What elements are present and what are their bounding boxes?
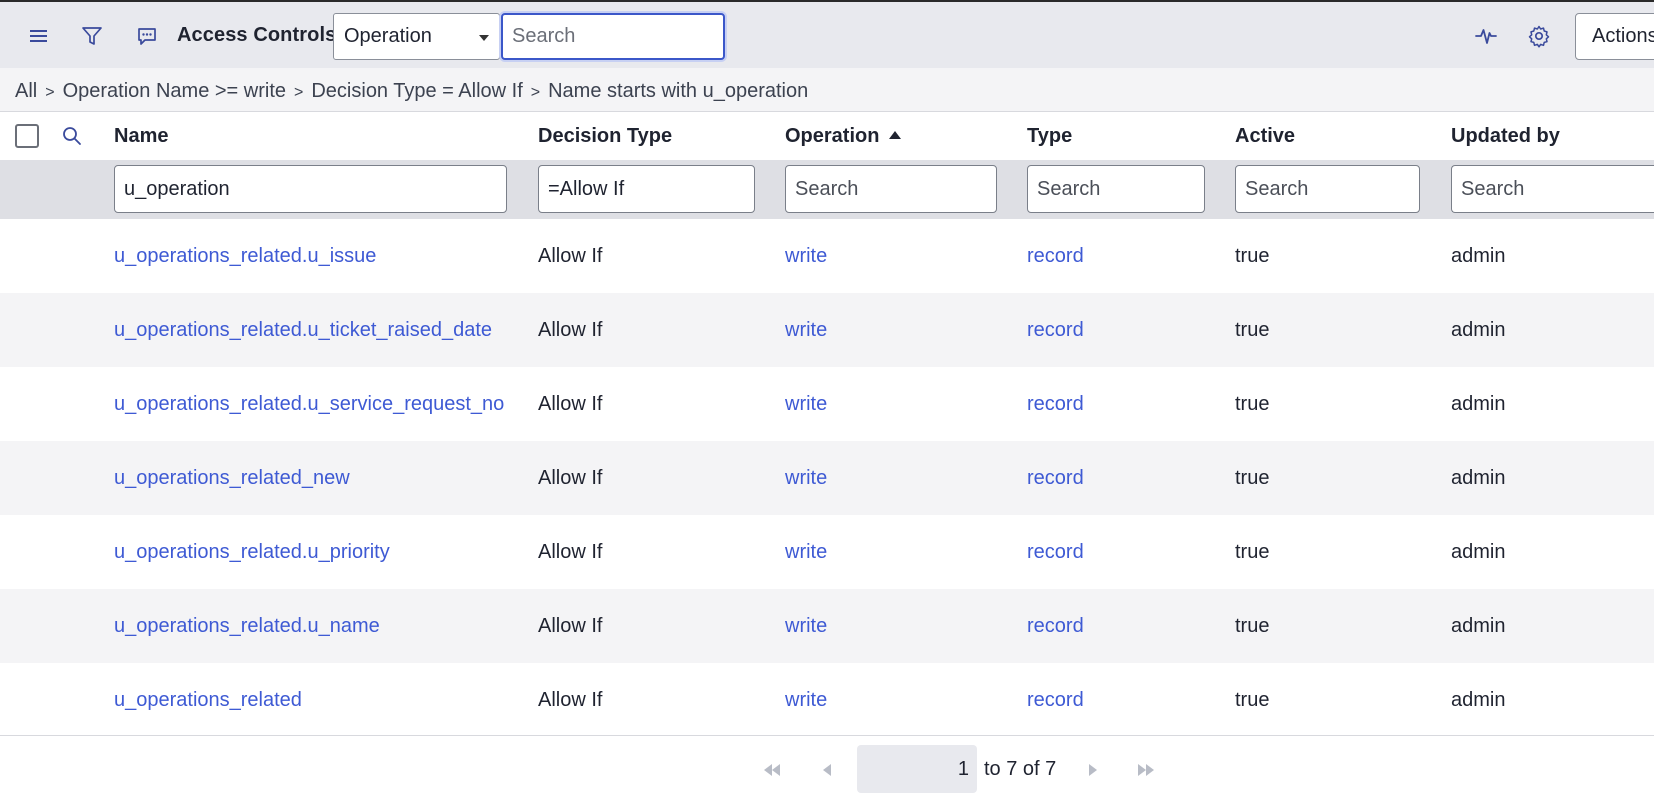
type-link[interactable]: record — [1027, 319, 1084, 342]
updated-by-cell: admin — [1451, 393, 1506, 415]
table-row: u_operations_related.u_issue Allow If wr… — [0, 219, 1654, 293]
column-header-type[interactable]: Type — [1027, 125, 1072, 148]
operation-link[interactable]: write — [785, 467, 827, 490]
active-cell: true — [1235, 689, 1270, 711]
list-body: u_operations_related.u_issue Allow If wr… — [0, 219, 1654, 737]
active-cell: true — [1235, 467, 1270, 489]
list-header-bar: Access Controls Operation Actions — [0, 0, 1654, 68]
decision-type-cell: Allow If — [538, 467, 603, 489]
breadcrumb-operation-filter[interactable]: Operation Name >= write — [63, 80, 286, 102]
actions-button[interactable]: Actions — [1575, 13, 1654, 60]
search-field-select[interactable]: Operation — [333, 13, 500, 60]
column-filter-row — [0, 160, 1654, 219]
table-row: u_operations_related_new Allow If write … — [0, 441, 1654, 515]
type-link[interactable]: record — [1027, 467, 1084, 490]
column-header-row: Name Decision Type Operation Type Active… — [0, 112, 1654, 160]
operation-link[interactable]: write — [785, 541, 827, 564]
type-link[interactable]: record — [1027, 689, 1084, 712]
table-row: u_operations_related.u_name Allow If wri… — [0, 589, 1654, 663]
operation-link[interactable]: write — [785, 319, 827, 342]
operation-link[interactable]: write — [785, 689, 827, 712]
column-header-operation[interactable]: Operation — [785, 125, 902, 148]
breadcrumb-separator: > — [530, 84, 541, 101]
pulse-icon[interactable] — [1470, 20, 1502, 52]
decision-type-cell: Allow If — [538, 393, 603, 415]
pagination-bar: to 7 of 7 — [0, 735, 1654, 801]
breadcrumb-decision-filter[interactable]: Decision Type = Allow If — [311, 80, 522, 102]
name-filter-input[interactable] — [114, 165, 507, 213]
breadcrumb: All > Operation Name >= write > Decision Typ… — [0, 68, 1654, 112]
record-name-link[interactable]: u_operations_related.u_ticket_raised_dat… — [114, 319, 492, 342]
column-header-decision-type[interactable]: Decision Type — [538, 125, 672, 148]
sort-ascending-icon — [889, 131, 902, 139]
decision-type-cell: Allow If — [538, 541, 603, 563]
decision-type-filter-input[interactable] — [538, 165, 755, 213]
updated-by-filter-input[interactable] — [1451, 165, 1654, 213]
table-row: u_operations_related Allow If write reco… — [0, 663, 1654, 737]
type-link[interactable]: record — [1027, 393, 1084, 416]
list-search-input[interactable] — [501, 13, 725, 60]
page-title: Access Controls — [177, 24, 337, 46]
updated-by-cell: admin — [1451, 467, 1506, 489]
decision-type-cell: Allow If — [538, 245, 603, 267]
first-page-icon[interactable] — [761, 758, 783, 782]
search-icon[interactable] — [56, 120, 88, 152]
operation-filter-input[interactable] — [785, 165, 997, 213]
type-link[interactable]: record — [1027, 615, 1084, 638]
next-page-icon[interactable] — [1086, 758, 1100, 782]
record-name-link[interactable]: u_operations_related.u_service_request_n… — [114, 393, 504, 416]
updated-by-cell: admin — [1451, 689, 1506, 711]
search-field-select-value: Operation — [344, 25, 432, 47]
gear-icon[interactable] — [1523, 20, 1555, 52]
select-all-checkbox[interactable] — [15, 124, 39, 148]
updated-by-cell: admin — [1451, 245, 1506, 267]
column-header-name[interactable]: Name — [114, 125, 168, 148]
table-row: u_operations_related.u_priority Allow If… — [0, 515, 1654, 589]
active-cell: true — [1235, 615, 1270, 637]
breadcrumb-separator: > — [294, 84, 304, 101]
updated-by-cell: admin — [1451, 541, 1506, 563]
pagination-range: to 7 of 7 — [984, 758, 1057, 780]
active-cell: true — [1235, 393, 1270, 415]
record-name-link[interactable]: u_operations_related — [114, 689, 302, 712]
type-filter-input[interactable] — [1027, 165, 1205, 213]
filter-icon[interactable] — [76, 20, 108, 52]
decision-type-cell: Allow If — [538, 319, 603, 341]
breadcrumb-name-filter[interactable]: Name starts with u_operation — [548, 80, 808, 102]
updated-by-cell: admin — [1451, 615, 1506, 637]
column-header-operation-label: Operation — [785, 125, 880, 147]
prev-page-icon[interactable] — [820, 758, 834, 782]
operation-link[interactable]: write — [785, 245, 827, 268]
active-cell: true — [1235, 541, 1270, 563]
record-name-link[interactable]: u_operations_related.u_priority — [114, 541, 390, 564]
decision-type-cell: Allow If — [538, 689, 603, 711]
type-link[interactable]: record — [1027, 245, 1084, 268]
operation-link[interactable]: write — [785, 615, 827, 638]
active-cell: true — [1235, 245, 1270, 267]
type-link[interactable]: record — [1027, 541, 1084, 564]
breadcrumb-all[interactable]: All — [15, 80, 37, 102]
active-filter-input[interactable] — [1235, 165, 1420, 213]
record-name-link[interactable]: u_operations_related_new — [114, 467, 350, 490]
menu-icon[interactable] — [23, 20, 55, 52]
operation-link[interactable]: write — [785, 393, 827, 416]
record-name-link[interactable]: u_operations_related.u_name — [114, 615, 380, 638]
decision-type-cell: Allow If — [538, 615, 603, 637]
breadcrumb-separator: > — [45, 84, 55, 101]
last-page-icon[interactable] — [1135, 758, 1157, 782]
record-name-link[interactable]: u_operations_related.u_issue — [114, 245, 376, 268]
table-row: u_operations_related.u_ticket_raised_dat… — [0, 293, 1654, 367]
table-row: u_operations_related.u_service_request_n… — [0, 367, 1654, 441]
updated-by-cell: admin — [1451, 319, 1506, 341]
active-cell: true — [1235, 319, 1270, 341]
caret-down-icon — [479, 35, 489, 41]
page-number-input[interactable] — [857, 745, 977, 793]
chat-icon[interactable] — [131, 20, 163, 52]
column-header-updated-by[interactable]: Updated by — [1451, 125, 1560, 148]
column-header-active[interactable]: Active — [1235, 125, 1295, 148]
